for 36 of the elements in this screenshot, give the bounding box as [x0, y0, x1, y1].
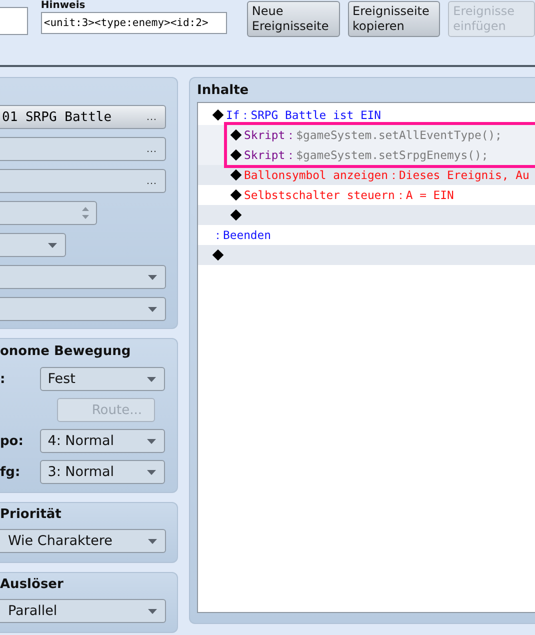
command-line[interactable]: Selbstschalter steuern：A = EIN [244, 187, 454, 203]
dropdown[interactable]: Wie Charaktere [0, 529, 166, 553]
caret-icon [147, 470, 156, 474]
field-label: fg: [0, 464, 22, 480]
group-title: Auslöser [0, 577, 64, 593]
group-title: onome Bewegung [0, 344, 132, 360]
picker-button[interactable]: … [0, 137, 166, 161]
field-label: po: [0, 434, 24, 448]
caret-icon [148, 538, 157, 544]
command-line[interactable]: If：SRPG Battle ist EIN [226, 107, 382, 123]
spinner-arrows-icon[interactable] [81, 205, 90, 221]
page-button[interactable]: Ereignisseite kopieren [348, 1, 440, 37]
dropdown[interactable]: Parallel [0, 599, 166, 623]
caret-icon [148, 608, 157, 614]
dropdown[interactable] [0, 265, 166, 289]
group-title: Priorität [0, 507, 62, 523]
field-label: : [0, 372, 6, 386]
caret-icon [148, 274, 157, 280]
panel-title: Inhalte [197, 83, 250, 99]
dropdown[interactable] [0, 233, 66, 257]
dropdown[interactable] [0, 297, 166, 321]
caret-icon [147, 376, 156, 382]
picker-button[interactable]: … [0, 169, 166, 193]
note-field[interactable]: <unit:3><type:enemy><id:2> [40, 12, 227, 34]
number-field[interactable] [0, 201, 97, 225]
dropdown[interactable]: Fest [40, 367, 165, 391]
caret-icon [48, 242, 57, 248]
text-field[interactable] [0, 7, 28, 35]
caret-icon [147, 438, 156, 444]
page-button[interactable]: Neue Ereignisseite [246, 1, 340, 37]
dropdown[interactable]: 3: Normal [40, 460, 165, 484]
picker-button[interactable]: 01 SRPG Battle … [0, 105, 166, 129]
dropdown[interactable]: 4: Normal [40, 429, 165, 453]
note-label: Hinweis [40, 0, 86, 12]
command-line[interactable]: ：Beenden [212, 227, 272, 243]
caret-icon [148, 306, 157, 312]
